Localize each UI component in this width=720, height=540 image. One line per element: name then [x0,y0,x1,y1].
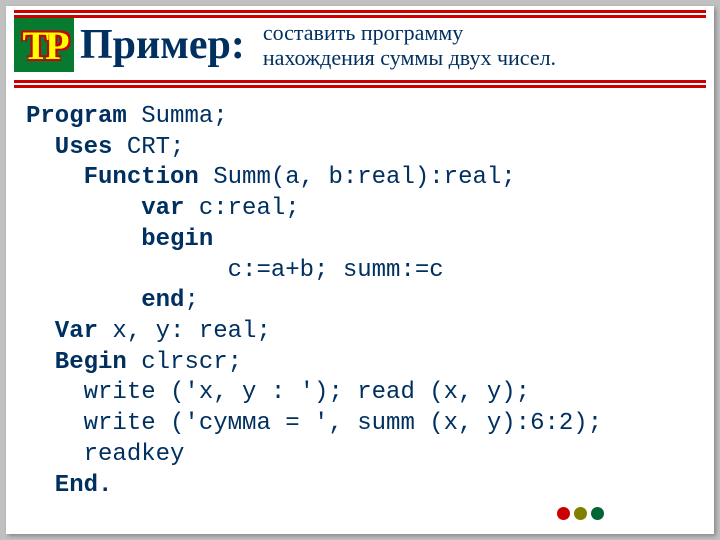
code-text: readkey [26,441,184,468]
code-block: Program Summa; Uses CRT; Function Summ(a… [6,88,714,501]
code-text: clrscr; [127,349,242,376]
code-text: x, y: real; [98,318,271,345]
kw-begin: Begin [26,349,127,376]
mid-rule [14,80,706,88]
slide-subtitle: составить программу нахождения суммы дву… [263,20,706,71]
slide-title: Пример: [80,21,245,69]
top-rule [14,10,706,18]
code-text: c:real; [184,195,299,222]
kw-end: end [26,287,184,314]
kw-begin: begin [26,226,213,253]
dot-icon [591,507,604,520]
subtitle-line-1: составить программу [263,20,463,45]
header-row: TP Пример: составить программу нахождени… [6,18,714,76]
decorative-dots [557,507,604,520]
tp-logo-text: TP [22,22,65,69]
dot-icon [557,507,570,520]
subtitle-line-2: нахождения суммы двух чисел. [263,45,556,70]
code-text: write ('x, y : '); read (x, y); [26,379,530,406]
code-text: write ('сумма = ', summ (x, y):6:2); [26,410,602,437]
dot-icon [574,507,587,520]
code-text: c:=a+b; summ:=c [26,257,444,284]
kw-program: Program [26,103,127,130]
code-text: Summ(a, b:real):real; [199,164,516,191]
tp-logo: TP [14,18,74,72]
code-text: ; [184,287,198,314]
kw-var: var [26,195,184,222]
code-text: CRT; [112,134,184,161]
kw-uses: Uses [26,134,112,161]
kw-var: Var [26,318,98,345]
kw-function: Function [26,164,199,191]
slide-frame: TP Пример: составить программу нахождени… [6,6,714,534]
code-text: Summa; [127,103,228,130]
kw-end: End. [26,472,112,499]
